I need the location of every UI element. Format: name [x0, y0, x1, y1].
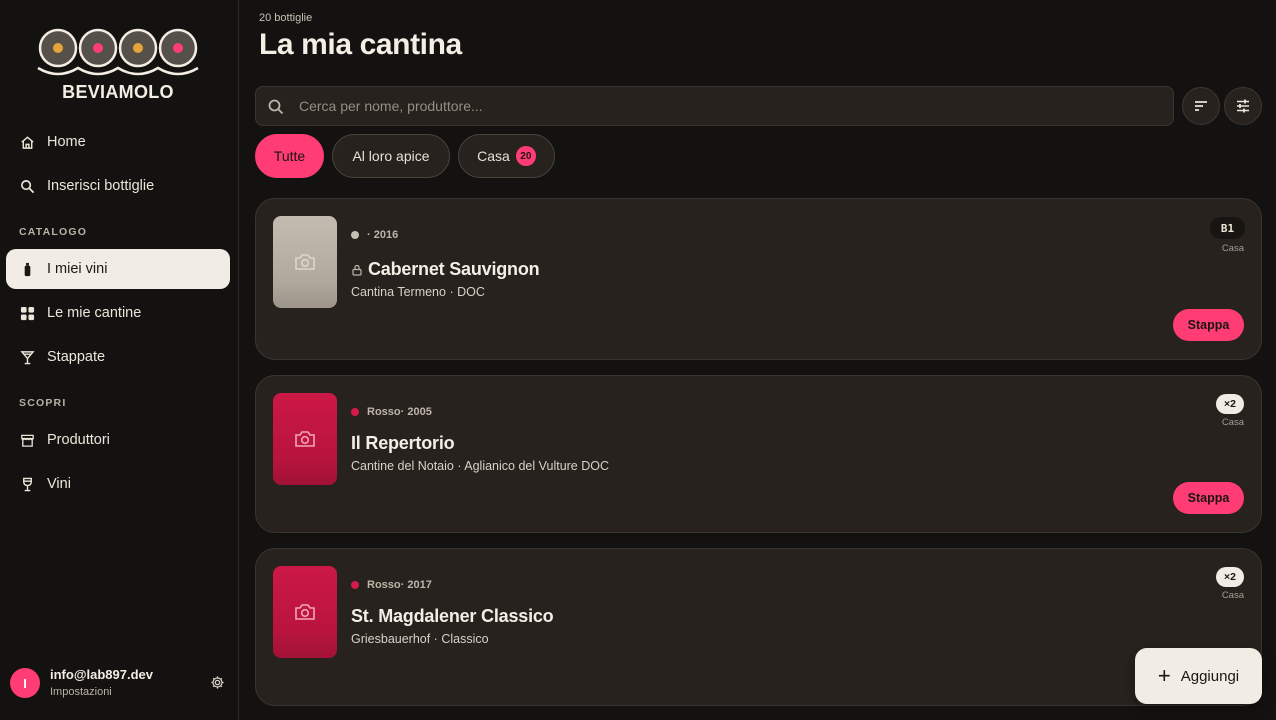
nav-home[interactable]: Home	[6, 122, 230, 162]
wine-name-text: Cabernet Sauvignon	[368, 259, 540, 279]
nav-wines-label: Vini	[47, 476, 71, 492]
section-catalog: CATALOGO	[19, 226, 88, 238]
storefront-icon	[19, 432, 35, 448]
stappa-button[interactable]: Stappa	[1173, 482, 1244, 514]
nav-producers[interactable]: Produttori	[6, 420, 230, 460]
lock-icon	[352, 264, 362, 276]
count-badge: 20	[515, 146, 536, 166]
nav-insert-label: Inserisci bottiglie	[47, 178, 155, 194]
home-icon	[19, 134, 35, 150]
grid-icon	[19, 305, 35, 321]
wine-name: St. Magdalener Classico	[351, 606, 554, 627]
search-icon	[267, 98, 285, 116]
user-profile[interactable]: I info@lab897.dev Impostazioni	[10, 667, 230, 699]
nav-wines[interactable]: Vini	[6, 464, 230, 504]
wine-bottles-logo-icon	[37, 28, 199, 76]
user-settings-link[interactable]: Impostazioni	[50, 686, 112, 698]
nav-my-wines[interactable]: I miei vini	[6, 249, 230, 289]
add-bottle-button[interactable]: + Aggiungi	[1135, 648, 1262, 704]
plus-icon: +	[1157, 663, 1171, 688]
quantity-badge: ×2	[1216, 394, 1244, 414]
nav-my-wines-label: I miei vini	[47, 261, 108, 277]
camera-icon	[295, 254, 315, 270]
filter-chip-label: Al loro apice	[352, 148, 430, 164]
camera-icon	[295, 431, 315, 447]
filter-chip-label: Tutte	[273, 148, 306, 164]
wine-name: Cabernet Sauvignon	[351, 259, 540, 280]
bottle-count: 20 bottiglie	[259, 12, 313, 24]
producer-line: Cantine del Notaio · Aglianico del Vultu…	[351, 459, 610, 473]
sort-button[interactable]	[1182, 87, 1220, 125]
filter-chip-label: Casa	[477, 148, 510, 164]
wine-type: Rosso	[367, 406, 401, 418]
producer-line: Griesbauerhof · Classico	[351, 632, 489, 646]
slot-badge: B1	[1210, 217, 1245, 239]
add-bottle-label: Aggiungi	[1180, 667, 1240, 685]
slot-location: Casa	[1221, 243, 1244, 254]
wine-name-text: Il Repertorio	[351, 433, 455, 453]
app: BEVIAMOLO Home Inserisci bottiglie CATAL…	[0, 0, 1276, 720]
bottle-meta: Rosso · 2017	[351, 579, 432, 591]
camera-icon	[295, 604, 315, 620]
gear-icon[interactable]	[210, 675, 226, 691]
bottle-photo-placeholder[interactable]	[273, 566, 337, 658]
filter-settings-button[interactable]	[1224, 87, 1262, 125]
page-title: La mia cantina	[259, 28, 462, 61]
beviamolo-logo[interactable]: BEVIAMOLO	[36, 28, 200, 104]
search-bar	[255, 86, 1174, 126]
search-icon	[19, 178, 35, 194]
vintage: · 2016	[367, 229, 399, 241]
section-discover: SCOPRI	[19, 397, 67, 409]
wine-type-dot	[351, 231, 359, 239]
vintage: · 2005	[400, 406, 432, 418]
nav-my-cellars-label: Le mie cantine	[47, 305, 142, 321]
nav-my-cellars[interactable]: Le mie cantine	[6, 293, 230, 333]
nav-opened-label: Stappate	[47, 349, 106, 365]
cocktail-glass-icon	[19, 349, 35, 365]
nav-opened[interactable]: Stappate	[6, 337, 230, 377]
nav-insert-bottles[interactable]: Inserisci bottiglie	[6, 166, 230, 206]
wine-type-dot	[351, 408, 359, 416]
user-email: info@lab897.dev	[50, 667, 153, 682]
filter-chip-casa[interactable]: Casa 20	[458, 134, 555, 178]
sliders-icon	[1237, 99, 1249, 113]
filter-chip-peak[interactable]: Al loro apice	[332, 134, 450, 178]
slot-location: Casa	[1221, 417, 1244, 428]
filter-chip-all[interactable]: Tutte	[255, 134, 324, 178]
bottle-photo-placeholder[interactable]	[273, 216, 337, 308]
wine-glass-icon	[19, 476, 35, 492]
slot-location: Casa	[1221, 590, 1244, 601]
stappa-button[interactable]: Stappa	[1173, 309, 1244, 341]
sidebar: BEVIAMOLO Home Inserisci bottiglie CATAL…	[0, 0, 239, 720]
producer-line: Cantina Termeno · DOC	[351, 285, 485, 299]
quantity-badge: ×2	[1216, 567, 1244, 587]
bottle-card[interactable]: Rosso · 2005 Il Repertorio Cantine del N…	[255, 375, 1262, 533]
vintage: · 2017	[400, 579, 432, 591]
brand-name: BEVIAMOLO	[62, 82, 174, 102]
wine-type: Rosso	[367, 579, 401, 591]
nav-home-label: Home	[47, 134, 86, 150]
bottle-card[interactable]: · 2016 Cabernet Sauvignon Cantina Termen…	[255, 198, 1262, 360]
bottle-meta: Rosso · 2005	[351, 406, 432, 418]
avatar: I	[10, 668, 40, 698]
sort-icon	[1195, 101, 1207, 111]
bottle-photo-placeholder[interactable]	[273, 393, 337, 485]
bottle-meta: · 2016	[351, 229, 398, 241]
nav-producers-label: Produttori	[47, 432, 110, 448]
bottle-icon	[19, 261, 35, 277]
search-input[interactable]	[299, 87, 1159, 125]
wine-name: Il Repertorio	[351, 433, 455, 454]
wine-type-dot	[351, 581, 359, 589]
wine-name-text: St. Magdalener Classico	[351, 606, 554, 626]
bottle-card[interactable]: Rosso · 2017 St. Magdalener Classico Gri…	[255, 548, 1262, 706]
